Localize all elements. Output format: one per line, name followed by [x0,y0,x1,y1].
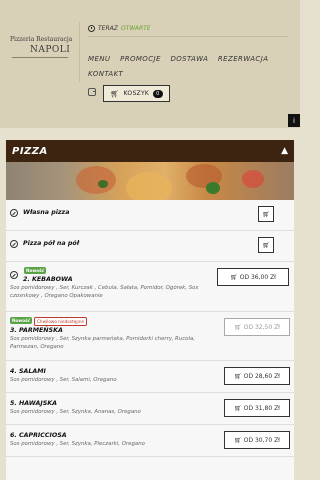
menu-panel: PIZZA ▲ Własna pizza 🛒︎ Pizza pół na pół… [6,140,294,480]
list-item[interactable]: Nowość 2. KEBABOWA Sos pomidorowy , Ser,… [6,262,294,312]
cart-icon: 🛒︎ [230,273,238,281]
edit-icon [10,271,18,279]
price-label: OD 28,60 Zł [243,372,280,380]
category-header[interactable]: PIZZA ▲ [6,140,294,162]
price-button[interactable]: 🛒︎ OD 36,00 Zł [217,268,289,286]
open-status: TERAZ OTWARTE [88,25,151,32]
product-name: 4. SALAMI [10,368,46,375]
nav-kontakt[interactable]: KONTAKT [88,67,123,82]
logo-divider [12,57,68,58]
cart-count-badge: 0 [153,89,163,98]
add-to-cart-button[interactable]: 🛒︎ [258,206,274,222]
info-icon: i [293,116,295,125]
cart-icon: 🛒︎ [110,89,120,98]
product-name: Pizza pół na pół [23,240,80,247]
product-name: 5. HAWAJSKA [10,400,57,407]
chevron-up-icon[interactable]: ▲ [281,146,288,156]
add-to-cart-button[interactable]: 🛒︎ [258,237,274,253]
category-banner-image [6,162,294,200]
status-label: TERAZ [98,25,118,32]
logo-text-line1: Pizzeria Restauracja [10,36,73,43]
cart-icon: 🛒︎ [262,241,270,249]
list-item[interactable]: Własna pizza 🛒︎ [6,200,294,231]
new-badge: Nowość [24,267,47,274]
product-name: 6. CAPRICCIOSA [10,432,67,439]
category-title: PIZZA [12,145,48,157]
cart-icon: 🛒︎ [262,210,270,218]
list-item[interactable]: Nowość Chwilowo niedostępne 3. PARMEŃSKA… [6,312,294,361]
unavailable-badge: Chwilowo niedostępne [34,317,88,326]
price-button[interactable]: 🛒︎ OD 30,70 Zł [224,431,290,449]
price-button[interactable]: 🛒︎ OD 32,50 Zł [224,318,290,336]
cart-icon: 🛒︎ [234,372,242,380]
site-header: Pizzeria Restauracja NAPOLI TERAZ OTWART… [0,0,300,128]
product-name: 2. KEBABOWA [23,276,73,283]
product-description: Sos pomidorowy , Ser, Salami, Oregano [10,377,117,383]
edit-icon [10,209,18,217]
cart-label: KOSZYK [123,90,150,97]
cart-icon: 🛒︎ [234,436,242,444]
cart-button[interactable]: 🛒︎ KOSZYK 0 [103,85,170,102]
product-description: Sos pomidorowy , Ser, Kurczak , Cebula, … [10,285,199,299]
product-description: Sos pomidorowy , Ser, Szynka, Pieczarki,… [10,441,145,447]
cart-icon: 🛒︎ [234,404,242,412]
list-item[interactable]: 5. HAWAJSKA Sos pomidorowy , Ser, Szynka… [6,393,294,425]
product-list: Własna pizza 🛒︎ Pizza pół na pół 🛒︎ Nowo… [6,200,294,457]
list-item[interactable]: 4. SALAMI Sos pomidorowy , Ser, Salami, … [6,361,294,393]
price-label: OD 30,70 Zł [243,436,280,444]
price-label: OD 32,50 Zł [243,323,280,331]
nav-promocje[interactable]: PROMOCJE [120,52,161,67]
product-name: 3. PARMEŃSKA [10,327,63,334]
product-name: Własna pizza [23,209,70,216]
product-description: Sos pomidorowy , Ser, Szynka, Ananas, Or… [10,409,141,415]
status-value: OTWARTE [120,25,151,32]
price-button[interactable]: 🛒︎ OD 28,60 Zł [224,367,290,385]
edit-icon [10,240,18,248]
list-item[interactable]: Pizza pół na pół 🛒︎ [6,231,294,262]
cart-icon: 🛒︎ [234,323,242,331]
nav-menu[interactable]: MENU [88,52,110,67]
logo-text-line2: NAPOLI [30,45,71,55]
nav-rezerwacja[interactable]: REZERWACJA [218,52,268,67]
list-item[interactable]: 6. CAPRICCIOSA Sos pomidorowy , Ser, Szy… [6,425,294,457]
phone-icon[interactable] [88,88,96,96]
price-label: OD 31,80 Zł [243,404,280,412]
price-label: OD 36,00 Zł [239,273,276,281]
nav-dostawa[interactable]: DOSTAWA [170,52,208,67]
price-button[interactable]: 🛒︎ OD 31,80 Zł [224,399,290,417]
product-description: Sos pomidorowy , Ser, Szynka parmeńska, … [10,336,195,350]
info-button[interactable]: i [288,114,300,127]
new-badge: Nowość [10,317,33,324]
main-nav: MENU PROMOCJE DOSTAWA REZERWACJA KONTAKT [88,52,288,82]
clock-icon [88,25,95,32]
header-divider [88,36,288,37]
